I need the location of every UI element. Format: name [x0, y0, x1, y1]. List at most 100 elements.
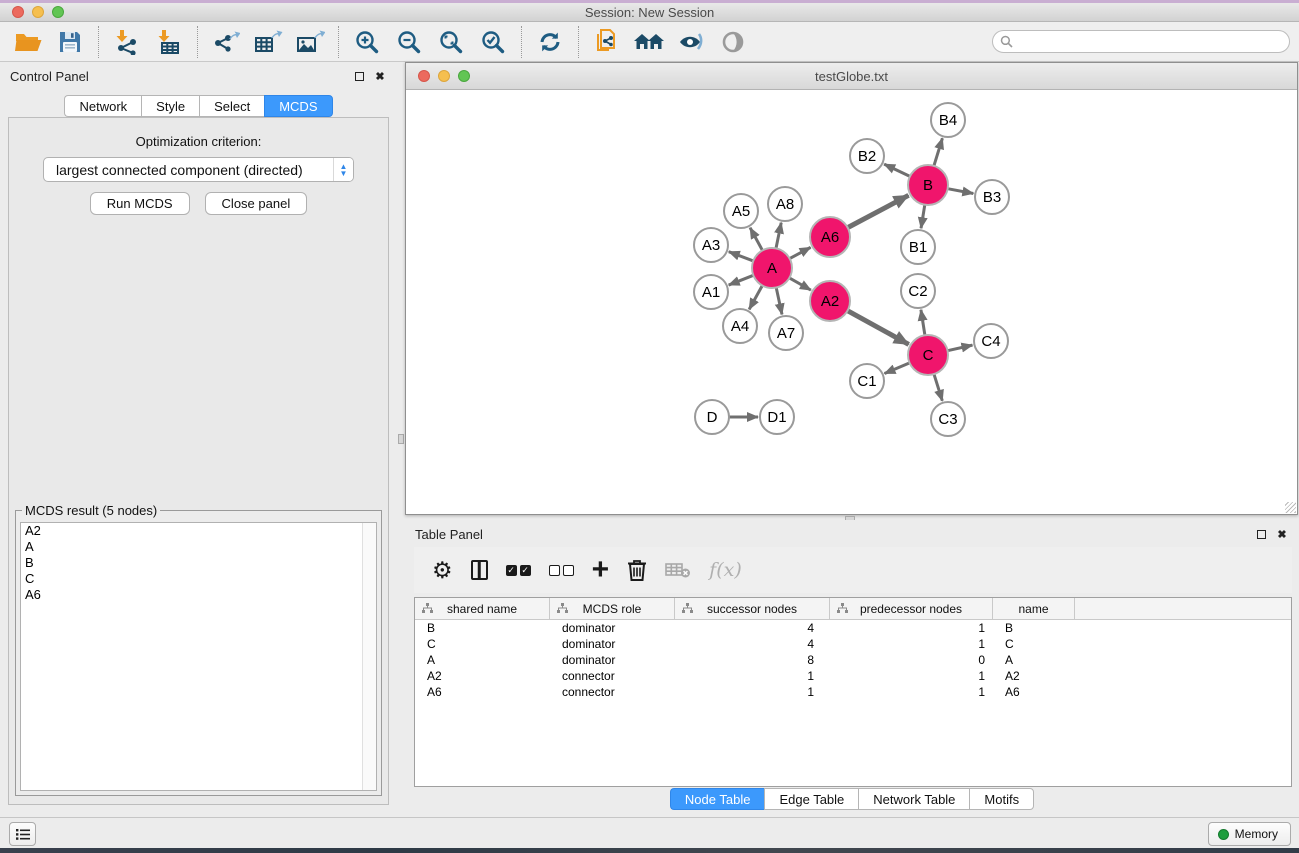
node-table[interactable]: shared nameMCDS rolesuccessor nodesprede…: [414, 597, 1292, 787]
zoom-fit-icon[interactable]: [433, 26, 469, 58]
table-cell[interactable]: A: [993, 652, 1075, 668]
titlebar[interactable]: Session: New Session: [0, 3, 1299, 22]
edge-B-B3[interactable]: [948, 189, 974, 194]
edge-A-A6[interactable]: [790, 247, 811, 258]
vertical-splitter-handle[interactable]: [398, 434, 404, 444]
function-builder-icon[interactable]: f(x): [709, 555, 742, 585]
edge-B-B4[interactable]: [934, 138, 943, 166]
tab-mcds[interactable]: MCDS: [264, 95, 332, 117]
edge-C-C2[interactable]: [921, 310, 925, 335]
table-options-gear-icon[interactable]: ⚙: [432, 555, 453, 585]
table-cell[interactable]: B: [415, 620, 550, 636]
resize-grip-icon[interactable]: [1285, 502, 1296, 513]
column-header-predecessor-nodes[interactable]: predecessor nodes: [830, 598, 993, 619]
run-mcds-button[interactable]: Run MCDS: [90, 192, 190, 215]
table-cell[interactable]: A2: [993, 668, 1075, 684]
edge-A-A4[interactable]: [749, 286, 762, 310]
table-cell[interactable]: 0: [830, 652, 993, 668]
tab-motifs[interactable]: Motifs: [969, 788, 1034, 810]
criterion-dropdown[interactable]: largest connected component (directed) ▲…: [43, 157, 354, 182]
table-cell[interactable]: 1: [675, 684, 830, 700]
tab-network[interactable]: Network: [64, 95, 141, 117]
result-list-item[interactable]: A6: [21, 587, 376, 603]
delete-table-icon[interactable]: [665, 555, 691, 585]
select-all-icon[interactable]: ✓✓: [506, 555, 531, 585]
table-row[interactable]: Cdominator41C: [415, 636, 1291, 652]
table-cell[interactable]: dominator: [550, 652, 675, 668]
table-cell[interactable]: 1: [830, 684, 993, 700]
zoom-out-icon[interactable]: [391, 26, 427, 58]
tab-style[interactable]: Style: [141, 95, 199, 117]
export-network-icon[interactable]: [208, 26, 244, 58]
table-cell[interactable]: 1: [830, 636, 993, 652]
table-cell[interactable]: 1: [830, 620, 993, 636]
column-header-shared-name[interactable]: shared name: [415, 598, 550, 619]
table-cell[interactable]: dominator: [550, 636, 675, 652]
network-canvas[interactable]: AA1A2A3A4A5A6A7A8BB1B2B3B4CC1C2C3C4DD1: [406, 90, 1297, 514]
table-row[interactable]: Adominator80A: [415, 652, 1291, 668]
result-list-item[interactable]: C: [21, 571, 376, 587]
table-row[interactable]: Bdominator41B: [415, 620, 1291, 636]
close-table-panel-icon[interactable]: ✖: [1275, 527, 1289, 541]
column-header-MCDS-role[interactable]: MCDS role: [550, 598, 675, 619]
table-cell[interactable]: 1: [675, 668, 830, 684]
tab-network-table[interactable]: Network Table: [858, 788, 969, 810]
table-cell[interactable]: C: [415, 636, 550, 652]
edge-A-A7[interactable]: [776, 288, 782, 315]
tab-edge-table[interactable]: Edge Table: [764, 788, 858, 810]
search-box[interactable]: [992, 30, 1290, 53]
delete-column-icon[interactable]: [627, 555, 647, 585]
edge-B-B1[interactable]: [921, 205, 925, 228]
edge-A-A1[interactable]: [729, 275, 754, 285]
zoom-in-icon[interactable]: [349, 26, 385, 58]
memory-button[interactable]: Memory: [1208, 822, 1291, 846]
table-cell[interactable]: A: [415, 652, 550, 668]
import-network-icon[interactable]: [109, 26, 145, 58]
deselect-all-icon[interactable]: [549, 555, 574, 585]
edge-A-A5[interactable]: [750, 228, 762, 251]
export-image-icon[interactable]: [292, 26, 328, 58]
float-table-panel-icon[interactable]: [1254, 527, 1268, 541]
table-cell[interactable]: connector: [550, 668, 675, 684]
result-list-item[interactable]: B: [21, 555, 376, 571]
edge-C-C1[interactable]: [884, 363, 909, 374]
table-cell[interactable]: 1: [830, 668, 993, 684]
table-row[interactable]: A2connector11A2: [415, 668, 1291, 684]
tab-node-table[interactable]: Node Table: [670, 788, 765, 810]
create-column-icon[interactable]: +: [592, 555, 610, 585]
table-cell[interactable]: B: [993, 620, 1075, 636]
edge-C-C4[interactable]: [948, 345, 973, 351]
edge-A6-B[interactable]: [848, 195, 909, 227]
result-list-item[interactable]: A2: [21, 523, 376, 539]
home-icon[interactable]: [631, 26, 667, 58]
result-scrollbar[interactable]: [362, 523, 376, 790]
table-cell[interactable]: connector: [550, 684, 675, 700]
table-row[interactable]: A6connector11A6: [415, 684, 1291, 700]
export-table-icon[interactable]: [250, 26, 286, 58]
refresh-layout-icon[interactable]: [532, 26, 568, 58]
search-input[interactable]: [1017, 33, 1289, 51]
network-view-window[interactable]: testGlobe.txt AA1A2A3A4A5A6A7A8BB1B2B3B4…: [405, 62, 1298, 515]
network-window-titlebar[interactable]: testGlobe.txt: [406, 63, 1297, 90]
close-panel-button[interactable]: Close panel: [205, 192, 308, 215]
edge-C-C3[interactable]: [934, 374, 942, 401]
zoom-selected-icon[interactable]: [475, 26, 511, 58]
show-log-button[interactable]: [9, 822, 36, 846]
edge-A-A8[interactable]: [776, 223, 781, 249]
table-cell[interactable]: 4: [675, 636, 830, 652]
show-columns-icon[interactable]: [471, 555, 488, 585]
close-panel-icon[interactable]: ✖: [373, 69, 387, 83]
hide-details-icon[interactable]: [673, 26, 709, 58]
save-session-icon[interactable]: [52, 26, 88, 58]
edge-A-A2[interactable]: [789, 278, 810, 290]
table-cell[interactable]: dominator: [550, 620, 675, 636]
table-cell[interactable]: C: [993, 636, 1075, 652]
edge-A2-C[interactable]: [848, 311, 909, 345]
edge-A-A3[interactable]: [729, 252, 754, 261]
result-list-item[interactable]: A: [21, 539, 376, 555]
float-panel-icon[interactable]: [352, 69, 366, 83]
column-header-successor-nodes[interactable]: successor nodes: [675, 598, 830, 619]
clone-network-icon[interactable]: [589, 26, 625, 58]
open-session-icon[interactable]: [10, 26, 46, 58]
table-cell[interactable]: 4: [675, 620, 830, 636]
